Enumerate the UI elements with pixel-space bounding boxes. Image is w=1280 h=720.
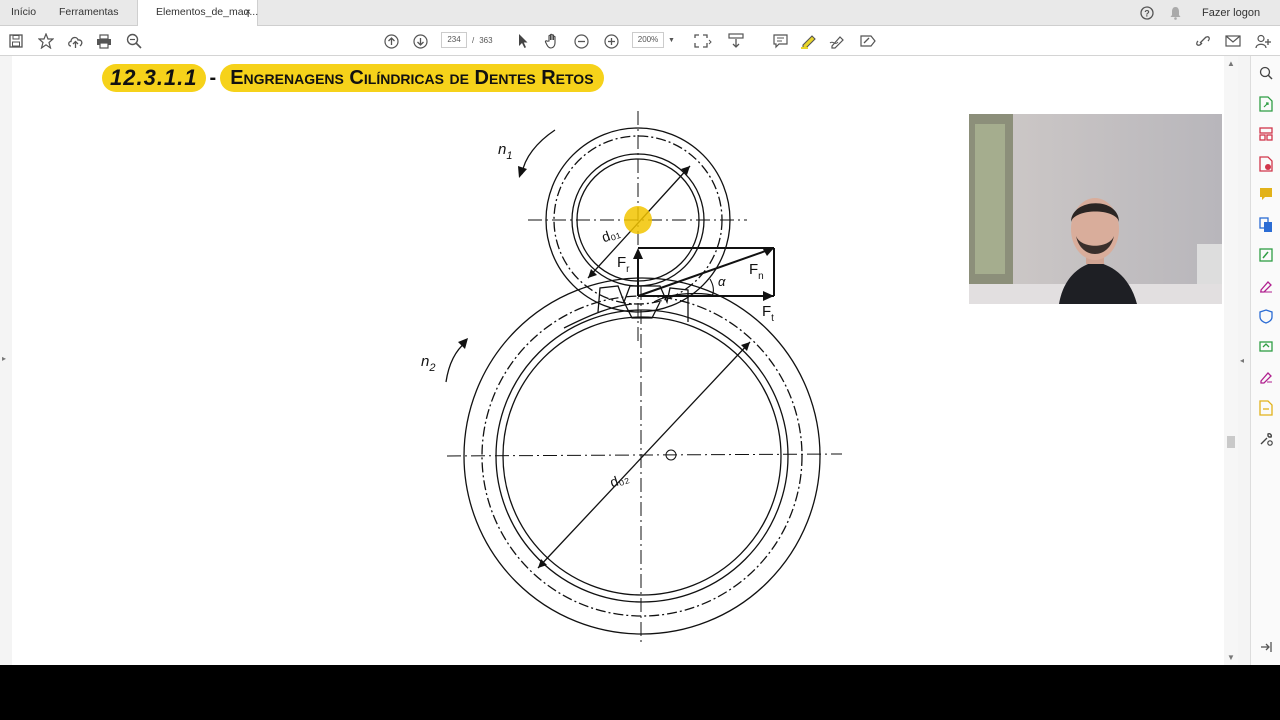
- fill-sign-tool-icon[interactable]: [1257, 277, 1275, 295]
- draw-pen-icon[interactable]: [828, 31, 848, 51]
- tab-document-label: Elementos_de_maq...: [156, 6, 259, 18]
- section-heading: 12.3.1.1 - Engrenagens Cilíndricas de De…: [102, 64, 604, 92]
- tools-wrench-icon[interactable]: [1257, 430, 1275, 448]
- select-cursor-icon[interactable]: [513, 31, 533, 51]
- n2-rotation-arrow: [445, 341, 467, 383]
- toolbar: 234 / 363 200% ▼: [0, 26, 1280, 56]
- pdf-reader-window: Início Ferramentas Elementos_de_maq... ×…: [0, 0, 1280, 665]
- d01-label: d₀₁: [599, 224, 622, 245]
- alpha-angle-arc: [709, 278, 714, 297]
- upload-cloud-icon[interactable]: [65, 31, 85, 51]
- vertical-scrollbar[interactable]: ▲ ▼: [1224, 56, 1238, 665]
- login-link[interactable]: Fazer logon: [1202, 0, 1260, 25]
- next-page-icon[interactable]: [410, 31, 430, 51]
- tab-tools[interactable]: Ferramentas: [59, 0, 119, 25]
- tab-home[interactable]: Início: [11, 0, 36, 25]
- scroll-mode-icon[interactable]: [726, 31, 746, 51]
- notifications-bell-icon[interactable]: [1169, 0, 1182, 25]
- alpha-label: α: [718, 274, 726, 289]
- section-number: 12.3.1.1: [102, 64, 206, 92]
- certificate-icon[interactable]: [1257, 399, 1275, 417]
- n2-label: n2: [421, 353, 435, 374]
- zoom-value[interactable]: 200%: [632, 32, 664, 48]
- share-link-icon[interactable]: [1193, 31, 1213, 51]
- left-panel-toggle-icon[interactable]: ▸: [2, 354, 6, 363]
- fit-page-icon[interactable]: [693, 31, 713, 51]
- save-icon[interactable]: [6, 31, 26, 51]
- bookmark-star-icon[interactable]: [36, 31, 56, 51]
- email-icon[interactable]: [1223, 31, 1243, 51]
- create-pdf-icon[interactable]: [1257, 155, 1275, 173]
- zoom-tool-icon[interactable]: [1257, 64, 1275, 82]
- page-separator: /: [472, 35, 475, 45]
- previous-page-icon[interactable]: [381, 31, 401, 51]
- print-icon[interactable]: [94, 31, 114, 51]
- right-tools-panel: [1250, 56, 1280, 665]
- gear-outer-circle: [463, 277, 821, 635]
- svg-text:?: ?: [1144, 8, 1150, 18]
- tab-bar: Início Ferramentas Elementos_de_maq... ×…: [0, 0, 1280, 26]
- n1-arrowhead: [518, 166, 527, 178]
- total-pages: 363: [479, 35, 493, 45]
- scroll-down-icon[interactable]: ▼: [1227, 653, 1235, 662]
- pointer-highlight: [624, 206, 652, 234]
- chevron-down-icon[interactable]: ▼: [668, 37, 675, 44]
- page-navigator: 234 / 363: [441, 32, 493, 48]
- current-page-input[interactable]: 234: [441, 32, 467, 48]
- zoom-dropdown[interactable]: 200% ▼: [632, 32, 675, 48]
- scrollbar-thumb[interactable]: [1227, 436, 1235, 448]
- ft-arrowhead: [763, 291, 774, 301]
- zoom-out-icon[interactable]: [571, 31, 591, 51]
- highlighter-icon[interactable]: [799, 31, 819, 51]
- n1-label: n1: [498, 141, 512, 162]
- gear-root-circle: [495, 309, 789, 603]
- scroll-up-icon[interactable]: ▲: [1227, 59, 1235, 68]
- add-user-icon[interactable]: [1253, 31, 1273, 51]
- comment-icon[interactable]: [770, 31, 790, 51]
- n2-arrowhead: [458, 338, 468, 349]
- right-panel-toggle-icon[interactable]: ◂: [1240, 356, 1244, 365]
- document-workspace: ▸ 12.3.1.1 - Engrenagens Cilíndricas de …: [0, 56, 1280, 665]
- fr-arrowhead: [633, 248, 643, 259]
- webcam-overlay: [969, 114, 1222, 304]
- n1-rotation-arrow: [521, 129, 556, 175]
- edit-pdf-icon[interactable]: [1257, 246, 1275, 264]
- signature-icon[interactable]: [1257, 368, 1275, 386]
- hand-tool-icon[interactable]: [542, 31, 562, 51]
- tab-document[interactable]: Elementos_de_maq... ×: [137, 0, 258, 26]
- send-review-icon[interactable]: [1257, 337, 1275, 355]
- comment-tool-icon[interactable]: [1257, 185, 1275, 203]
- fr-label: Fr: [617, 254, 630, 275]
- close-tab-icon[interactable]: ×: [245, 0, 251, 25]
- organize-pages-icon[interactable]: [1257, 125, 1275, 143]
- collapse-panel-icon[interactable]: [1257, 638, 1275, 656]
- zoom-search-icon[interactable]: [124, 31, 144, 51]
- protect-shield-icon[interactable]: [1257, 307, 1275, 325]
- combine-files-icon[interactable]: [1257, 216, 1275, 234]
- fill-sign-icon[interactable]: [858, 31, 878, 51]
- help-icon[interactable]: ?: [1140, 0, 1154, 25]
- zoom-in-icon[interactable]: [601, 31, 621, 51]
- section-title: Engrenagens Cilíndricas de Dentes Retos: [220, 64, 604, 92]
- export-pdf-icon[interactable]: [1257, 95, 1275, 113]
- ft-label: Ft: [762, 303, 774, 324]
- gear-diagram: n1 n2 d₀₁ d₀₂ Fr Fn Ft α: [421, 111, 843, 644]
- section-dash: -: [209, 66, 217, 89]
- fn-label: Fn: [749, 261, 764, 282]
